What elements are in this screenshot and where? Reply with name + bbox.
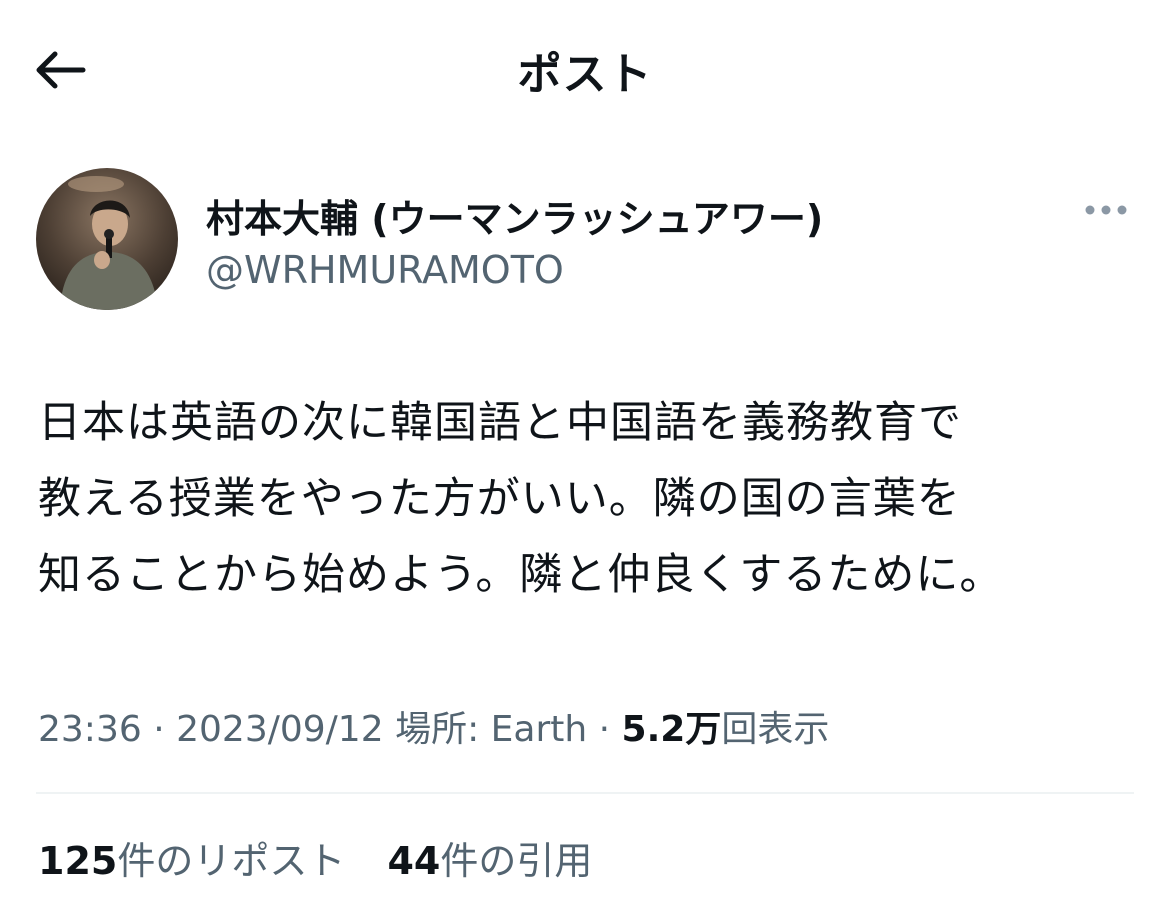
quotes-count: 44 [387,839,441,883]
reposts-label: 件のリポスト [117,839,346,883]
separator-dot: · [598,709,611,750]
quotes-label: 件の引用 [440,839,593,883]
reposts-link[interactable]: 125件のリポスト [38,830,345,885]
more-horizontal-icon [1085,205,1127,215]
avatar-photo [36,168,178,310]
separator-dot: · [153,709,165,750]
arrow-left-icon [36,51,86,89]
more-options-button[interactable] [1076,192,1136,228]
tweet-date[interactable]: 2023/09/12 [176,709,384,750]
views-count: 5.2万 [621,709,722,750]
engagement-stats: 125件のリポスト 44件の引用 [38,830,622,885]
views-label: 回表示 [721,709,830,750]
top-bar: ポスト [0,0,1170,140]
author-display-name[interactable]: 村本大輔 (ウーマンラッシュアワー) [206,188,823,243]
tweet-text-line: 日本は英語の次に韓国語と中国語を義務教育で [38,398,962,448]
author-handle[interactable]: @WRHMURAMOTO [206,248,564,292]
divider [36,792,1134,794]
tweet-text: 日本は英語の次に韓国語と中国語を義務教育で 教える授業をやった方がいい。隣の国の… [38,385,1138,613]
author-row: 村本大輔 (ウーマンラッシュアワー) @WRHMURAMOTO [36,168,1136,313]
tweet-metadata: 23:36 · 2023/09/12 場所: Earth · 5.2万回表示 [38,700,829,752]
tweet-location: 場所: Earth [395,709,588,750]
quotes-link[interactable]: 44件の引用 [387,830,592,885]
tweet-text-line: 教える授業をやった方がいい。隣の国の言葉を [38,474,961,524]
reposts-count: 125 [38,839,118,883]
back-button[interactable] [30,40,90,100]
page-title: ポスト [517,49,653,100]
tweet-text-line: 知ることから始めよう。隣と仲良くするために。 [38,550,1004,600]
avatar[interactable] [36,168,178,310]
tweet-time[interactable]: 23:36 [38,709,142,750]
